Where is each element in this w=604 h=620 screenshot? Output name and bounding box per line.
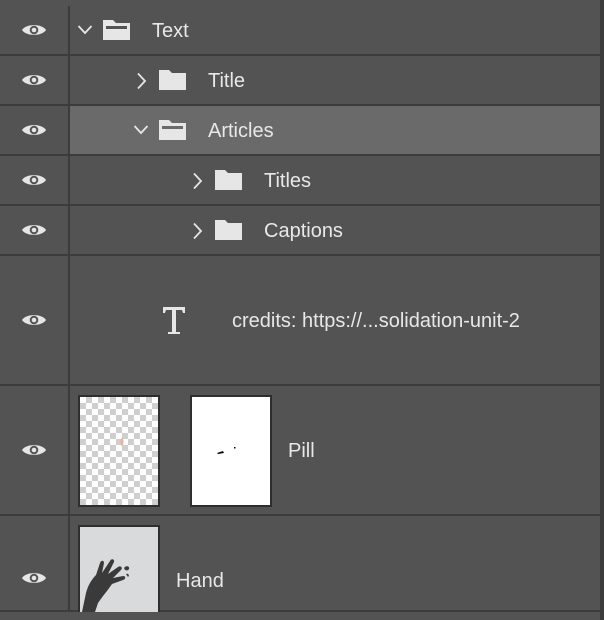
layer-row-captions[interactable]: Captions: [0, 206, 600, 256]
folder-icon: [215, 220, 242, 240]
eye-icon: [22, 225, 46, 235]
layer-name: Title: [208, 70, 246, 92]
eye-icon: [22, 125, 46, 135]
layer-content[interactable]: Titles: [70, 156, 600, 204]
layer-content[interactable]: Pill: [70, 386, 600, 514]
visibility-toggle[interactable]: [0, 256, 70, 384]
layer-name: Text: [152, 20, 189, 42]
layer-name: Pill: [288, 440, 315, 462]
layer-thumbnail[interactable]: [78, 395, 160, 507]
chevron-right-icon[interactable]: [135, 72, 147, 90]
eye-icon: [22, 315, 46, 325]
layer-name: Captions: [264, 220, 343, 242]
layer-name: Articles: [208, 120, 274, 142]
pill-image: [120, 438, 124, 446]
layer-row-credits[interactable]: credits: https://...solidation-unit-2: [0, 256, 600, 386]
layer-row-text[interactable]: Text: [0, 6, 600, 56]
folder-icon: [159, 70, 186, 90]
open-folder-icon: [159, 120, 186, 140]
eye-icon: [22, 75, 46, 85]
layer-row-title[interactable]: Title: [0, 56, 600, 106]
chevron-right-icon[interactable]: [191, 222, 203, 240]
layer-row-titles[interactable]: Titles: [0, 156, 600, 206]
layer-content[interactable]: Title: [70, 56, 600, 104]
layer-content[interactable]: Hand: [70, 516, 600, 612]
layer-content[interactable]: Text: [70, 6, 600, 54]
layer-name: Hand: [176, 570, 224, 592]
chevron-down-icon[interactable]: [133, 124, 149, 136]
visibility-toggle[interactable]: [0, 56, 70, 104]
layer-row-articles[interactable]: Articles: [0, 106, 600, 156]
eye-icon: [22, 445, 46, 455]
type-tool-icon: [163, 307, 185, 334]
eye-icon: [22, 573, 46, 583]
chevron-down-icon[interactable]: [77, 24, 93, 36]
folder-icon: [215, 170, 242, 190]
visibility-toggle[interactable]: [0, 106, 70, 154]
eye-icon: [22, 175, 46, 185]
visibility-toggle[interactable]: [0, 386, 70, 514]
layer-thumbnail[interactable]: [78, 525, 160, 612]
layer-content[interactable]: Captions: [70, 206, 600, 254]
layer-name: Titles: [264, 170, 312, 192]
layers-panel: Text Title Articles Titles Captions cred…: [0, 0, 604, 620]
open-folder-icon: [103, 20, 130, 40]
layer-mask-thumbnail[interactable]: [190, 395, 272, 507]
visibility-toggle[interactable]: [0, 6, 70, 54]
visibility-toggle[interactable]: [0, 156, 70, 204]
panel-right-border: [600, 0, 604, 620]
layer-row-hand[interactable]: Hand: [0, 516, 600, 612]
chevron-right-icon[interactable]: [191, 172, 203, 190]
layer-content[interactable]: Articles: [70, 106, 600, 154]
hand-image: [82, 559, 130, 612]
layer-content[interactable]: credits: https://...solidation-unit-2: [70, 256, 600, 384]
layer-name: credits: https://...solidation-unit-2: [232, 310, 520, 332]
visibility-toggle[interactable]: [0, 516, 70, 610]
mask-image: [217, 447, 236, 454]
visibility-toggle[interactable]: [0, 206, 70, 254]
eye-icon: [22, 25, 46, 35]
layer-row-pill[interactable]: Pill: [0, 386, 600, 516]
